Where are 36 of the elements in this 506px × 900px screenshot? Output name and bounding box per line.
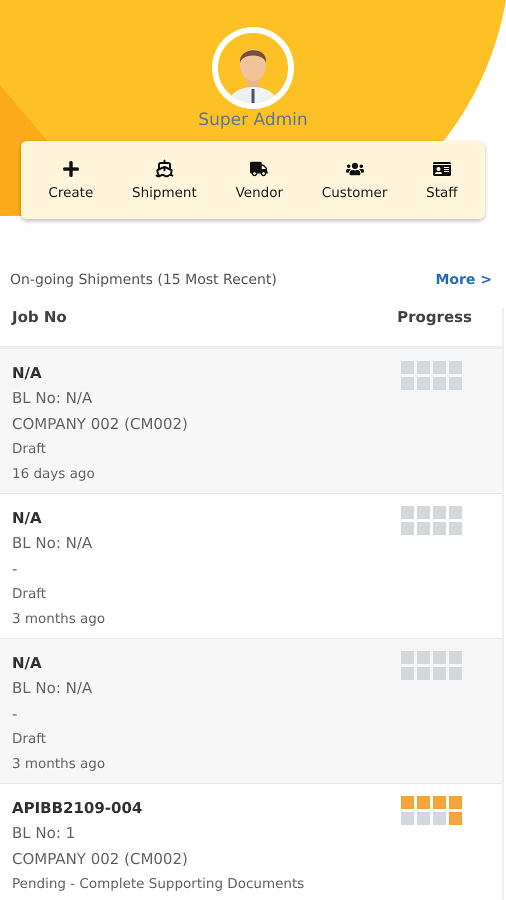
section-title: On-going Shipments (15 Most Recent) (10, 272, 277, 288)
plus-icon (62, 160, 80, 178)
column-header: Job No (12, 308, 67, 326)
action-button[interactable]: Create (46, 156, 96, 204)
shipment-row[interactable]: N/A BL No: N/A - Draft 3 months ago (0, 639, 502, 784)
bl-number: BL No: N/A (12, 678, 94, 699)
job-number: N/A (12, 363, 43, 384)
users-icon (346, 160, 364, 178)
bl-number: BL No: N/A (12, 533, 94, 554)
id-card-icon (432, 160, 451, 178)
action-button[interactable]: Staff (424, 156, 460, 204)
company-name: - (12, 559, 18, 580)
truck-icon (250, 160, 268, 178)
company-name: COMPANY 002 (CM002) (12, 414, 188, 435)
user-name: Super Admin (198, 109, 308, 131)
bl-number: BL No: 1 (12, 823, 76, 844)
job-number: APIBB2109-004 (12, 798, 144, 819)
more-link[interactable]: More > (435, 272, 492, 288)
column-header: Progress (397, 308, 472, 326)
shipment-row[interactable]: N/A BL No: N/A COMPANY 002 (CM002) Draft 16 days ago (0, 349, 502, 494)
time-ago: 3 months ago (12, 610, 106, 629)
action-button[interactable]: Vendor (234, 156, 286, 204)
company-name: COMPANY 002 (CM002) (12, 849, 189, 870)
status-text: Draft (12, 730, 48, 749)
action-button[interactable]: Customer (320, 156, 390, 204)
time-ago: 16 days ago (12, 465, 96, 484)
status-text: Pending - Complete Supporting Documents (12, 875, 304, 894)
company-name: - (12, 704, 18, 725)
status-text: Draft (12, 585, 48, 604)
bl-number: BL No: N/A (12, 388, 94, 409)
status-text: Draft (12, 440, 48, 459)
action-button[interactable]: Shipment (130, 155, 199, 205)
time-ago: 3 months ago (12, 755, 106, 774)
ship-icon (154, 159, 174, 178)
job-number: N/A (12, 653, 43, 674)
job-number: N/A (12, 508, 43, 529)
